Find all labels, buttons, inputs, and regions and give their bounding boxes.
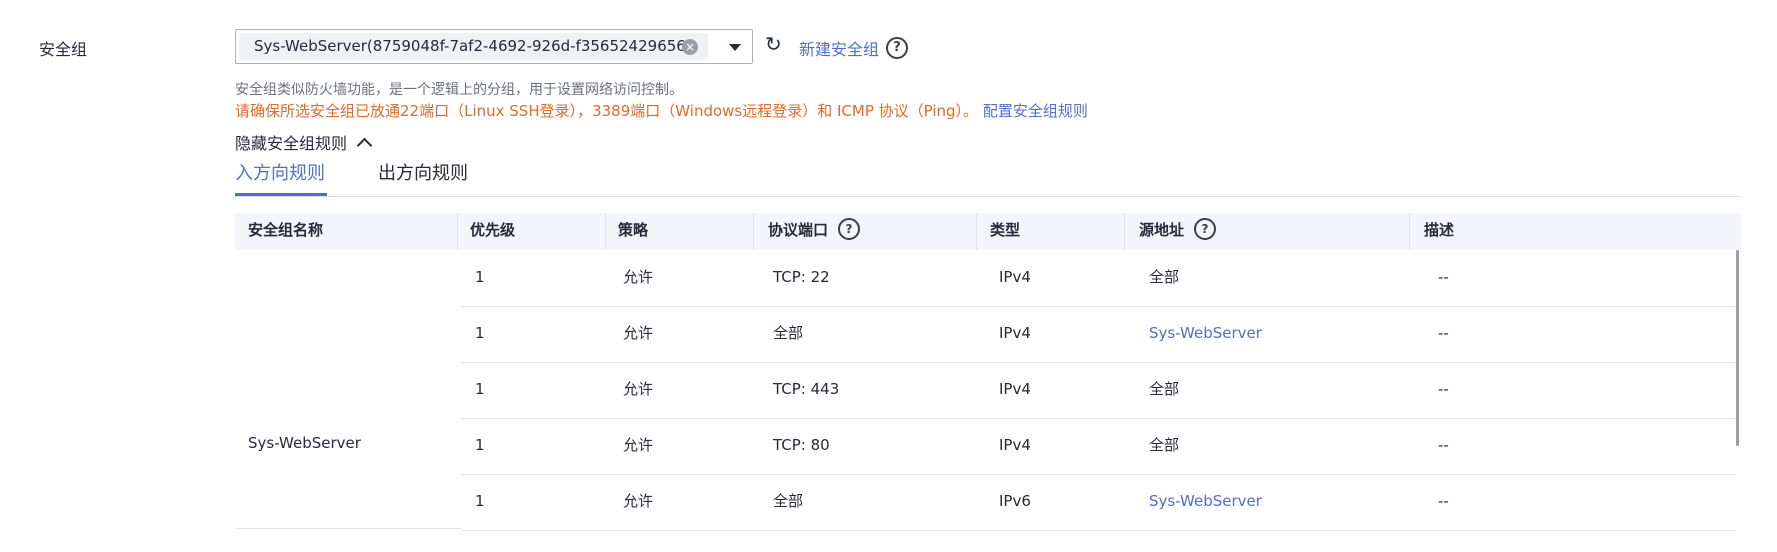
- tab-inbound-rules[interactable]: 入方向规则: [235, 159, 325, 185]
- column-divider: [1409, 213, 1410, 250]
- header-source-label: 源地址: [1139, 221, 1185, 239]
- description-cell: --: [1438, 380, 1449, 398]
- type-cell: IPv4: [999, 436, 1031, 454]
- header-protocol-port-label: 协议端口: [768, 221, 829, 239]
- table-row: 1 允许 TCP: 443 IPv4 全部 --: [461, 362, 1736, 419]
- policy-cell: 允许: [623, 324, 654, 342]
- selected-security-group-text: Sys-WebServer(8759048f-7af2-4692-926d-f3…: [254, 37, 692, 55]
- policy-cell: 允许: [623, 380, 654, 398]
- column-divider: [1124, 213, 1125, 250]
- header-priority: 优先级: [470, 221, 516, 239]
- description-cell: --: [1438, 492, 1449, 510]
- source-cell: 全部: [1149, 268, 1180, 286]
- header-protocol-port: 协议端口?: [768, 213, 861, 250]
- header-description: 描述: [1424, 221, 1455, 239]
- header-policy: 策略: [618, 221, 649, 239]
- column-divider: [605, 213, 606, 250]
- policy-cell: 允许: [623, 268, 654, 286]
- help-icon[interactable]: ?: [886, 37, 908, 59]
- security-group-description: 安全组类似防火墙功能，是一个逻辑上的分组，用于设置网络访问控制。: [235, 82, 683, 98]
- create-security-group-link[interactable]: 新建安全组: [799, 36, 879, 60]
- chevron-up-icon: [356, 137, 373, 154]
- security-group-select[interactable]: Sys-WebServer(8759048f-7af2-4692-926d-f3…: [235, 29, 753, 64]
- type-cell: IPv6: [999, 492, 1031, 510]
- group-cell-border: [235, 528, 461, 529]
- header-type: 类型: [990, 221, 1021, 239]
- protocol-port-help-icon[interactable]: ?: [838, 217, 861, 240]
- configure-rules-link[interactable]: 配置安全组规则: [983, 102, 1088, 120]
- port-cell: TCP: 443: [773, 380, 840, 398]
- column-divider: [976, 213, 977, 250]
- active-tab-indicator: [235, 193, 327, 196]
- source-group-link[interactable]: Sys-WebServer: [1149, 306, 1262, 360]
- port-cell: TCP: 22: [773, 268, 830, 286]
- description-cell: --: [1438, 324, 1449, 342]
- dropdown-caret-icon[interactable]: [729, 44, 741, 51]
- group-name-cell: Sys-WebServer: [248, 434, 361, 452]
- source-cell: 全部: [1149, 436, 1180, 454]
- description-cell: --: [1438, 436, 1449, 454]
- table-row: 1 允许 全部 IPv6 Sys-WebServer --: [461, 474, 1736, 531]
- tab-outbound-rules[interactable]: 出方向规则: [378, 159, 468, 185]
- table-scrollbar[interactable]: [1736, 250, 1739, 446]
- security-group-label: 安全组: [39, 40, 88, 59]
- table-row: 1 允许 全部 IPv4 Sys-WebServer --: [461, 306, 1736, 363]
- type-cell: IPv4: [999, 380, 1031, 398]
- priority-cell: 1: [475, 492, 485, 510]
- priority-cell: 1: [475, 380, 485, 398]
- table-row: 1 允许 TCP: 22 IPv4 全部 --: [461, 250, 1736, 307]
- clear-selection-icon[interactable]: ×: [682, 39, 698, 55]
- port-cell: 全部: [773, 324, 804, 342]
- priority-cell: 1: [475, 268, 485, 286]
- type-cell: IPv4: [999, 268, 1031, 286]
- policy-cell: 允许: [623, 436, 654, 454]
- port-cell: 全部: [773, 492, 804, 510]
- column-divider: [457, 213, 458, 250]
- hide-rules-label: 隐藏安全组规则: [235, 134, 348, 153]
- hide-rules-toggle[interactable]: 隐藏安全组规则: [235, 130, 373, 154]
- tabs-divider: [235, 196, 1741, 197]
- rules-table-header: 安全组名称 优先级 策略 协议端口? 类型 源地址? 描述: [235, 213, 1741, 250]
- source-cell: 全部: [1149, 380, 1180, 398]
- header-group-name: 安全组名称: [248, 221, 324, 239]
- source-help-icon[interactable]: ?: [1194, 217, 1217, 240]
- source-group-link[interactable]: Sys-WebServer: [1149, 474, 1262, 528]
- description-cell: --: [1438, 268, 1449, 286]
- port-cell: TCP: 80: [773, 436, 830, 454]
- type-cell: IPv4: [999, 324, 1031, 342]
- port-warning-text: 请确保所选安全组已放通22端口（Linux SSH登录），3389端口（Wind…: [235, 102, 979, 120]
- table-row: 1 允许 TCP: 80 IPv4 全部 --: [461, 418, 1736, 475]
- policy-cell: 允许: [623, 492, 654, 510]
- port-warning: 请确保所选安全组已放通22端口（Linux SSH登录），3389端口（Wind…: [235, 100, 1088, 121]
- priority-cell: 1: [475, 436, 485, 454]
- column-divider: [753, 213, 754, 250]
- header-source: 源地址?: [1139, 213, 1217, 250]
- priority-cell: 1: [475, 324, 485, 342]
- refresh-icon[interactable]: ↻: [765, 32, 782, 56]
- selected-security-group-tag: Sys-WebServer(8759048f-7af2-4692-926d-f3…: [239, 33, 708, 60]
